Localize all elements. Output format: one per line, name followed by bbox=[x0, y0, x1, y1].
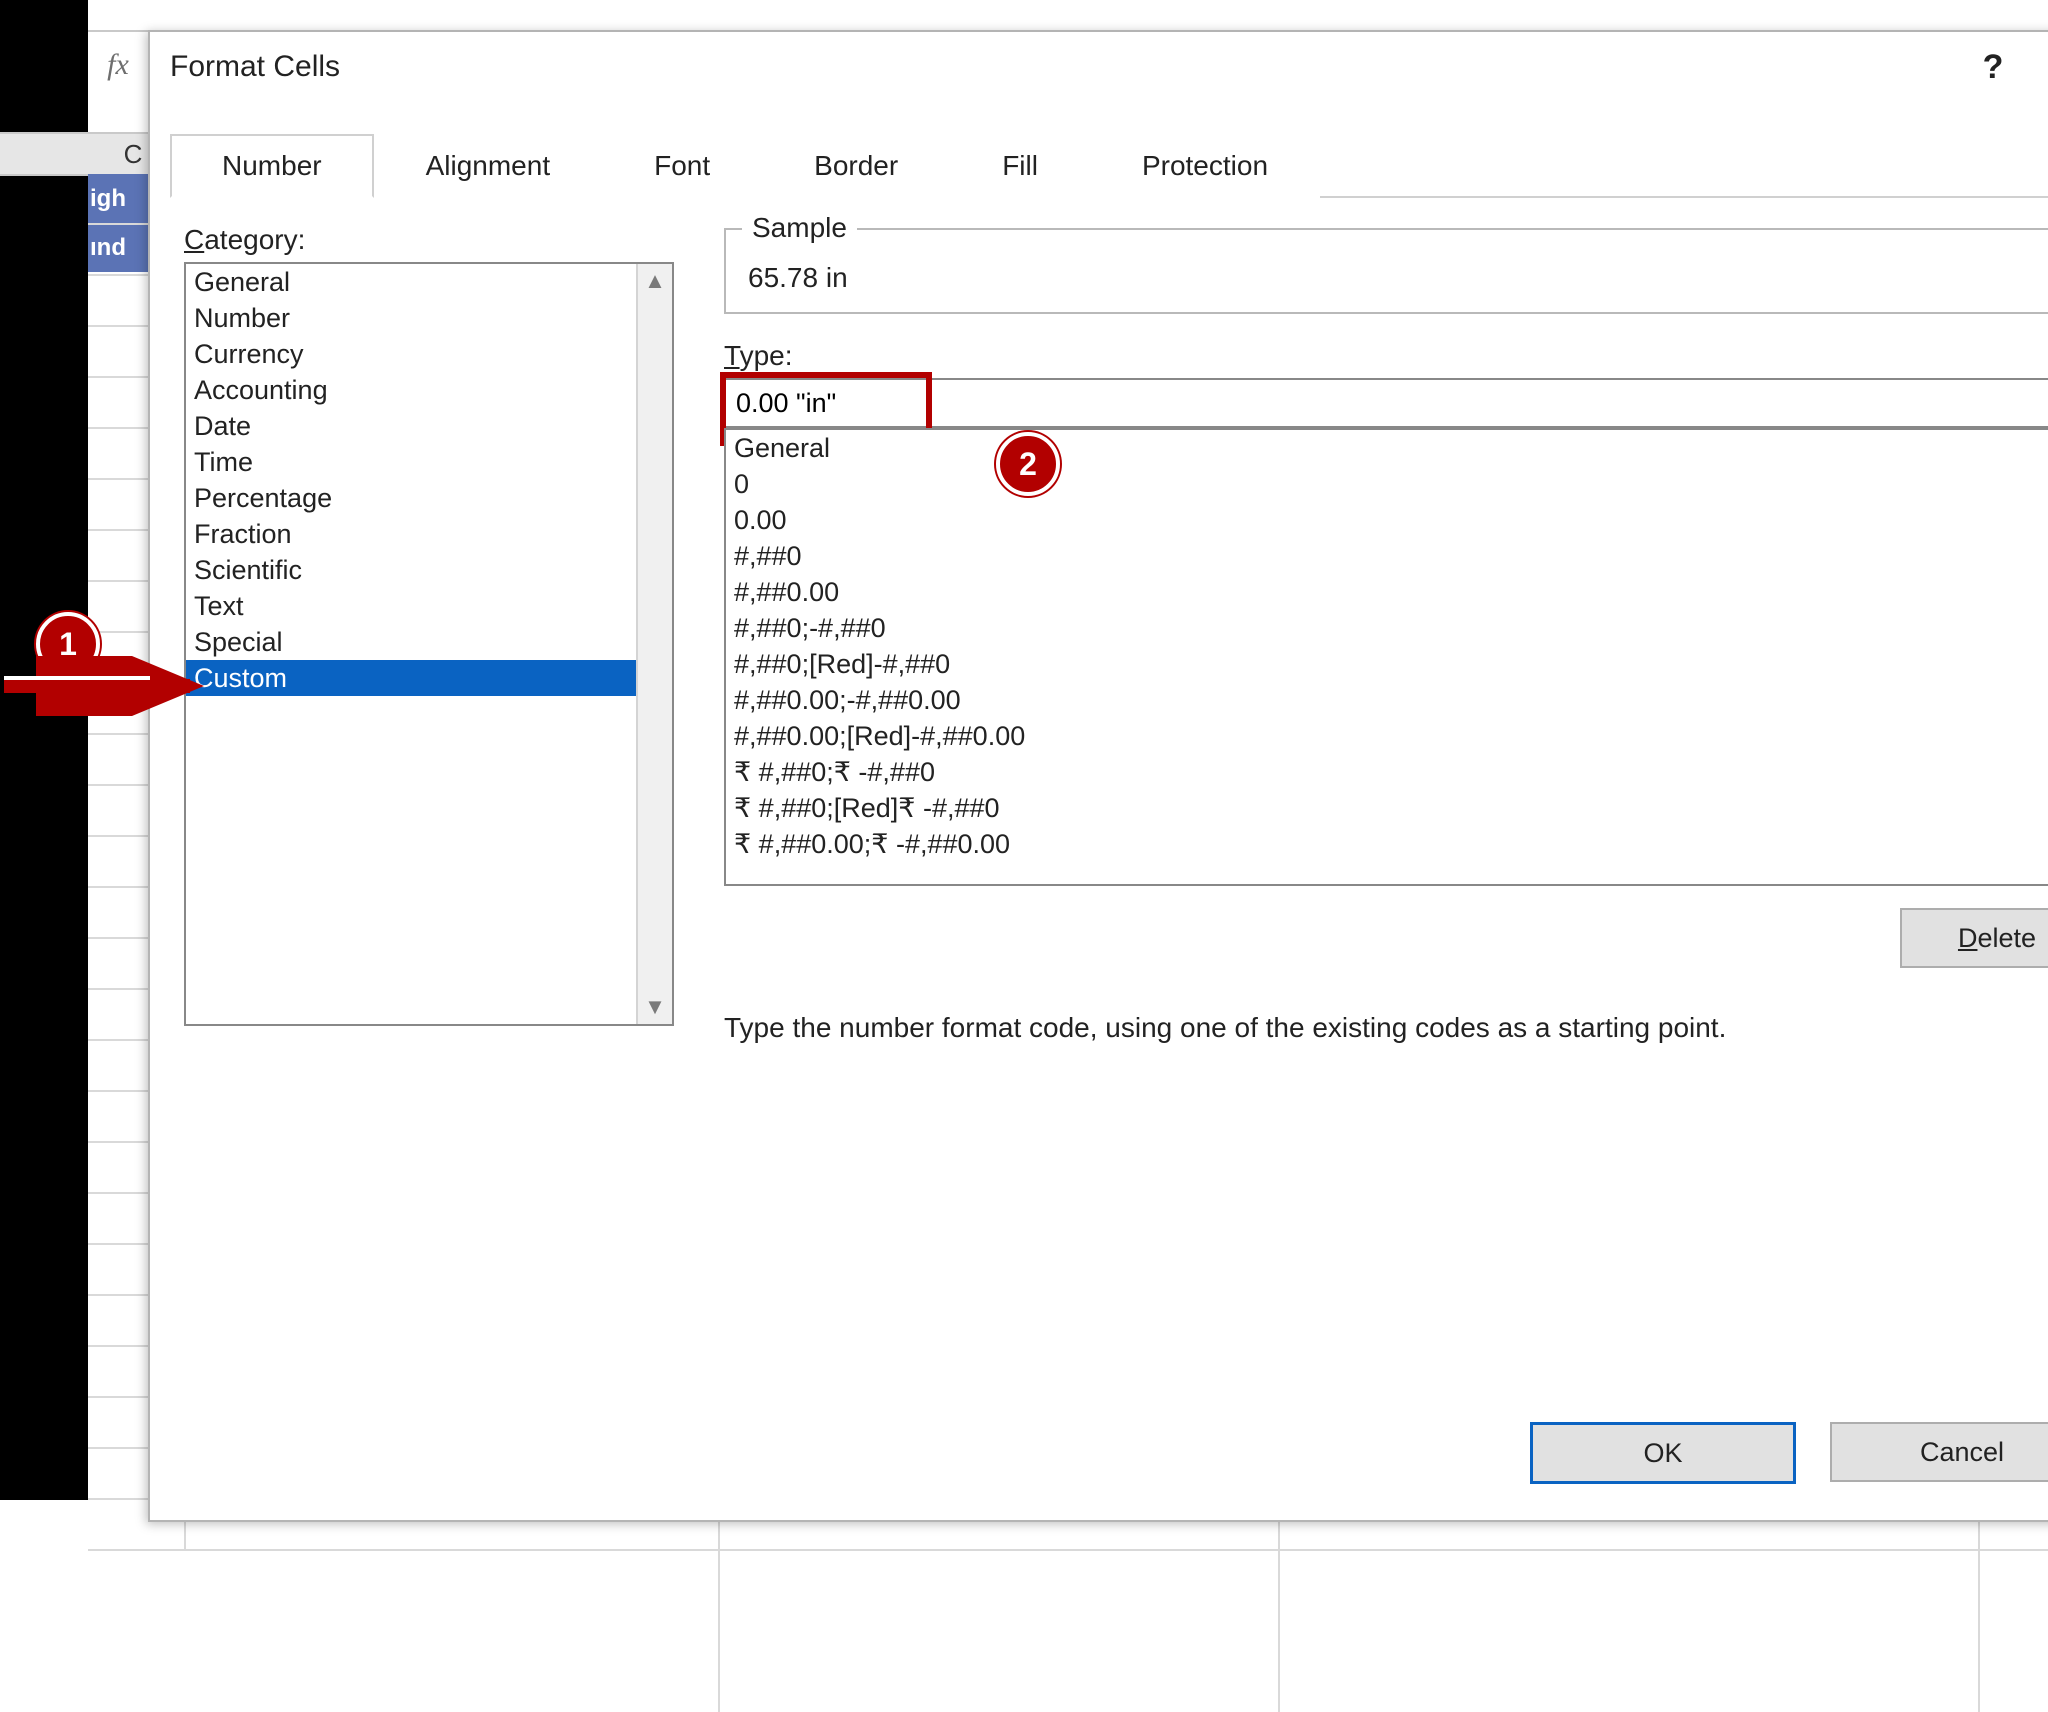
left-black-margin bbox=[0, 0, 88, 1500]
callout-badge-2: 2 bbox=[996, 432, 1060, 496]
format-code-listbox[interactable]: General00.00#,##0#,##0.00#,##0;-#,##0#,#… bbox=[724, 428, 2048, 886]
category-listbox[interactable]: GeneralNumberCurrencyAccountingDateTimeP… bbox=[184, 262, 674, 1026]
hint-text: Type the number format code, using one o… bbox=[724, 1012, 2048, 1044]
category-item-time[interactable]: Time bbox=[186, 444, 638, 480]
format-code-item[interactable]: General bbox=[726, 430, 2048, 466]
delete-button[interactable]: Delete bbox=[1900, 908, 2048, 968]
dialog-tabs: NumberAlignmentFontBorderFillProtection bbox=[170, 132, 2048, 198]
format-code-item[interactable]: #,##0 bbox=[726, 538, 2048, 574]
type-input[interactable] bbox=[724, 378, 2048, 428]
scroll-down-icon[interactable]: ▼ bbox=[644, 990, 666, 1024]
type-label: Type: bbox=[724, 340, 2048, 372]
sample-box: Sample 65.78 in bbox=[724, 228, 2048, 314]
tab-alignment[interactable]: Alignment bbox=[374, 134, 603, 198]
category-item-special[interactable]: Special bbox=[186, 624, 638, 660]
vertical-gridlines bbox=[178, 1518, 2048, 1712]
format-code-item[interactable]: #,##0.00;[Red]-#,##0.00 bbox=[726, 718, 2048, 754]
format-code-item[interactable]: ₹ #,##0.00;₹ -#,##0.00 bbox=[726, 826, 2048, 862]
format-code-item[interactable]: 0.00 bbox=[726, 502, 2048, 538]
sample-legend: Sample bbox=[742, 212, 857, 244]
category-item-custom[interactable]: Custom bbox=[186, 660, 638, 696]
category-item-accounting[interactable]: Accounting bbox=[186, 372, 638, 408]
callout-arrow-1-icon bbox=[0, 656, 210, 716]
tab-font[interactable]: Font bbox=[602, 134, 762, 198]
help-button[interactable]: ? bbox=[1948, 32, 2038, 102]
ok-button[interactable]: OK bbox=[1530, 1422, 1796, 1484]
format-code-item[interactable]: ₹ #,##0;₹ -#,##0 bbox=[726, 754, 2048, 790]
close-button[interactable] bbox=[2038, 32, 2048, 102]
format-code-item[interactable]: #,##0.00 bbox=[726, 574, 2048, 610]
category-item-general[interactable]: General bbox=[186, 264, 638, 300]
category-scrollbar[interactable]: ▲ ▼ bbox=[636, 264, 672, 1024]
category-item-text[interactable]: Text bbox=[186, 588, 638, 624]
tab-number[interactable]: Number bbox=[170, 134, 374, 198]
tab-border[interactable]: Border bbox=[762, 134, 950, 198]
format-code-item[interactable]: ₹ #,##0;[Red]₹ -#,##0 bbox=[726, 790, 2048, 826]
format-code-item[interactable]: 0 bbox=[726, 466, 2048, 502]
tab-protection[interactable]: Protection bbox=[1090, 134, 1320, 198]
category-item-number[interactable]: Number bbox=[186, 300, 638, 336]
format-code-item[interactable]: #,##0;-#,##0 bbox=[726, 610, 2048, 646]
format-code-item[interactable]: #,##0.00;-#,##0.00 bbox=[726, 682, 2048, 718]
dialog-title: Format Cells bbox=[170, 50, 1948, 84]
scroll-up-icon[interactable]: ▲ bbox=[644, 264, 666, 298]
formula-bar-fx[interactable]: fx bbox=[88, 40, 150, 90]
sample-value: 65.78 in bbox=[748, 262, 2048, 294]
category-item-scientific[interactable]: Scientific bbox=[186, 552, 638, 588]
category-label: Category: bbox=[184, 224, 674, 256]
cancel-button[interactable]: Cancel bbox=[1830, 1422, 2048, 1482]
dialog-titlebar: Format Cells ? bbox=[150, 32, 2048, 102]
format-code-item[interactable]: #,##0;[Red]-#,##0 bbox=[726, 646, 2048, 682]
category-item-fraction[interactable]: Fraction bbox=[186, 516, 638, 552]
category-item-date[interactable]: Date bbox=[186, 408, 638, 444]
category-item-currency[interactable]: Currency bbox=[186, 336, 638, 372]
format-cells-dialog: Format Cells ? NumberAlignmentFontBorder… bbox=[148, 30, 2048, 1522]
category-item-percentage[interactable]: Percentage bbox=[186, 480, 638, 516]
tab-fill[interactable]: Fill bbox=[950, 134, 1090, 198]
